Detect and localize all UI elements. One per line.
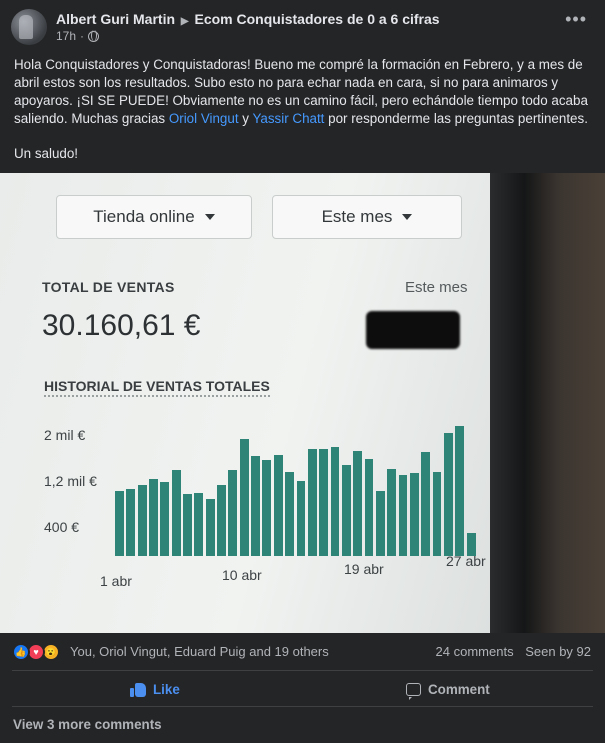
mention-oriol-vingut[interactable]: Oriol Vingut xyxy=(169,111,239,126)
chart-bar xyxy=(398,474,408,556)
chart-bar xyxy=(421,452,431,556)
chart-bar xyxy=(183,493,192,556)
chart-bar xyxy=(307,448,317,556)
chart-bar xyxy=(115,491,124,556)
period-label: Este mes xyxy=(405,279,468,296)
chart-bar xyxy=(409,472,419,556)
chart-bar xyxy=(262,459,272,556)
chart-bar xyxy=(194,492,204,556)
chart-bar xyxy=(239,439,249,556)
view-more-comments-link[interactable]: View 3 more comments xyxy=(13,717,162,732)
chart-bar xyxy=(217,484,226,556)
mention-yassir-chatt[interactable]: Yassir Chatt xyxy=(252,111,324,126)
period-dropdown-label: Este mes xyxy=(321,207,393,226)
chart-bar xyxy=(228,470,238,556)
comment-count[interactable]: 24 comments xyxy=(436,644,514,659)
period-dropdown: Este mes xyxy=(272,195,462,239)
chart-bar xyxy=(137,484,147,556)
post-photo[interactable]: Tienda online Este mes TOTAL DE VENTAS E… xyxy=(0,173,605,633)
comment-label: Comment xyxy=(428,681,490,697)
caret-down-icon xyxy=(204,214,215,220)
x-tick-label: 27 abr xyxy=(446,553,486,569)
caret-down-icon xyxy=(402,214,413,220)
group-name[interactable]: Ecom Conquistadores de 0 a 6 cifras xyxy=(195,11,440,27)
author-avatar[interactable] xyxy=(11,9,47,45)
chart-bar xyxy=(432,471,442,556)
redaction-block xyxy=(366,311,460,349)
seen-count[interactable]: Seen by 92 xyxy=(525,644,591,659)
arrow-right-icon: ▶ xyxy=(180,16,189,27)
like-reaction-icon[interactable]: 👍 xyxy=(12,643,30,661)
engagement-counts: 24 comments Seen by 92 xyxy=(436,644,591,659)
chart-bar xyxy=(160,481,170,556)
reaction-names[interactable]: You, Oriol Vingut, Eduard Puig and 19 ot… xyxy=(70,644,329,659)
post-header: Albert Guri Martin ▶ Ecom Conquistadores… xyxy=(0,0,605,48)
chart-bar xyxy=(455,426,465,556)
chart-bar xyxy=(126,489,136,556)
monitor-bezel xyxy=(490,173,605,633)
post-body: Hola Conquistadores y Conquistadoras! Bu… xyxy=(14,56,592,128)
x-tick-label: 1 abr xyxy=(100,573,132,589)
sales-history-chart: 2 mil € 1,2 mil € 400 € 1 abr 10 abr 19 … xyxy=(0,413,520,613)
history-label: HISTORIAL DE VENTAS TOTALES xyxy=(44,378,270,397)
post-meta: 17h · xyxy=(56,29,100,43)
chart-bar xyxy=(353,450,363,556)
x-tick-label: 19 abr xyxy=(344,561,384,577)
chart-bar xyxy=(319,448,329,556)
comment-icon xyxy=(406,682,421,700)
like-label: Like xyxy=(153,681,180,697)
chart-bar xyxy=(285,471,294,556)
globe-icon xyxy=(88,30,100,42)
chart-bar xyxy=(149,479,158,556)
chart-bar xyxy=(171,470,181,556)
divider xyxy=(12,706,593,707)
post-author-line: Albert Guri Martin ▶ Ecom Conquistadores… xyxy=(56,11,440,27)
meta-separator: · xyxy=(80,29,85,43)
x-tick-label: 10 abr xyxy=(222,567,262,583)
chart-bar xyxy=(387,468,397,556)
chart-bar xyxy=(443,432,453,556)
author-name[interactable]: Albert Guri Martin xyxy=(56,11,175,27)
store-dropdown-label: Tienda online xyxy=(93,207,195,226)
chart-bar xyxy=(296,481,306,556)
comment-button[interactable]: Comment xyxy=(406,674,490,704)
post-actions: Like Comment xyxy=(0,674,605,704)
chart-bar xyxy=(205,499,215,556)
post-text-part: por responderme las preguntas pertinente… xyxy=(324,111,588,126)
chart-bar xyxy=(364,458,374,556)
total-sales-label: TOTAL DE VENTAS xyxy=(42,279,175,295)
more-options-button[interactable]: ••• xyxy=(565,10,587,28)
reactions-bar: 👍 ♥ 😮 You, Oriol Vingut, Eduard Puig and… xyxy=(0,636,605,668)
store-dropdown: Tienda online xyxy=(56,195,252,239)
chart-bar xyxy=(251,455,260,556)
chart-bar xyxy=(273,454,283,556)
photo-screen: Tienda online Este mes TOTAL DE VENTAS E… xyxy=(0,173,520,633)
post-text-part: y xyxy=(238,111,253,126)
total-sales-value: 30.160,61 € xyxy=(42,309,201,342)
thumbs-up-icon xyxy=(130,682,146,697)
chart-bar xyxy=(341,465,351,556)
chart-bar xyxy=(375,491,385,556)
post-time[interactable]: 17h xyxy=(56,29,76,43)
chart-bars xyxy=(0,413,520,556)
like-button[interactable]: Like xyxy=(130,674,180,704)
chart-bar xyxy=(330,447,340,556)
post-greeting: Un saludo! xyxy=(14,146,79,161)
divider xyxy=(12,670,593,671)
